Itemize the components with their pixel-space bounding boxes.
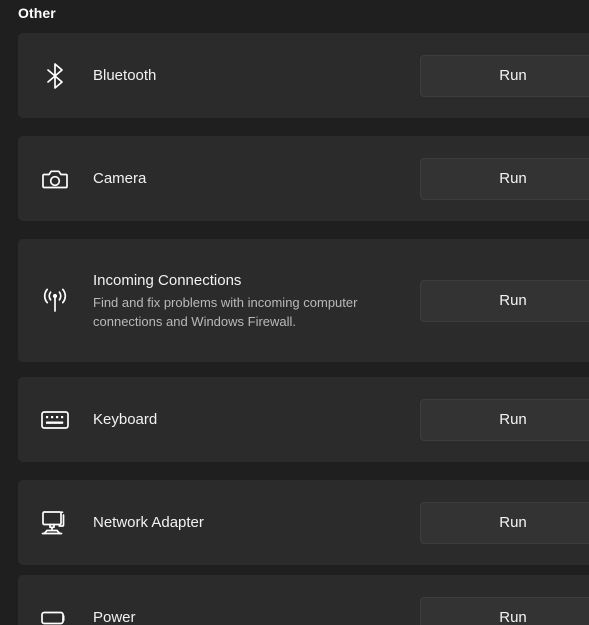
run-button[interactable]: Run xyxy=(420,54,589,97)
list-item-title: Power xyxy=(93,608,136,625)
broadcast-antenna-icon xyxy=(39,285,71,317)
troubleshooters-page: Other Bluetooth Run Camera Run Incoming … xyxy=(0,0,589,625)
list-item[interactable]: Power Run xyxy=(18,575,589,625)
bluetooth-icon xyxy=(39,60,71,92)
list-item-title: Network Adapter xyxy=(93,513,204,531)
list-item-title: Bluetooth xyxy=(93,66,157,84)
list-item-title: Incoming Connections xyxy=(93,271,242,289)
list-item-text: Incoming Connections Find and fix proble… xyxy=(93,271,363,331)
list-item-text: Bluetooth xyxy=(93,66,156,86)
troubleshooter-list: Bluetooth Run Camera Run Incoming Connec… xyxy=(18,33,589,625)
run-button[interactable]: Run xyxy=(420,157,589,200)
list-item[interactable]: Camera Run xyxy=(18,136,589,221)
list-item[interactable]: Network Adapter Run xyxy=(18,480,589,565)
keyboard-icon xyxy=(39,404,71,436)
run-button[interactable]: Run xyxy=(420,596,589,625)
list-item-text: Network Adapter xyxy=(93,513,204,533)
list-item-title: Camera xyxy=(93,169,147,187)
section-header-other: Other xyxy=(18,5,56,21)
network-adapter-icon xyxy=(39,507,71,539)
list-item[interactable]: Incoming Connections Find and fix proble… xyxy=(18,239,589,362)
battery-power-icon xyxy=(39,602,71,625)
run-button[interactable]: Run xyxy=(420,501,589,544)
list-item-text: Power xyxy=(93,608,136,625)
list-item[interactable]: Keyboard Run xyxy=(18,377,589,462)
list-item-text: Keyboard xyxy=(93,410,157,430)
list-item-title: Keyboard xyxy=(93,410,158,428)
list-item-text: Camera xyxy=(93,169,146,189)
camera-icon xyxy=(39,163,71,195)
run-button[interactable]: Run xyxy=(420,279,589,322)
list-item[interactable]: Bluetooth Run xyxy=(18,33,589,118)
run-button[interactable]: Run xyxy=(420,398,589,441)
list-item-description: Find and fix problems with incoming comp… xyxy=(93,294,358,329)
